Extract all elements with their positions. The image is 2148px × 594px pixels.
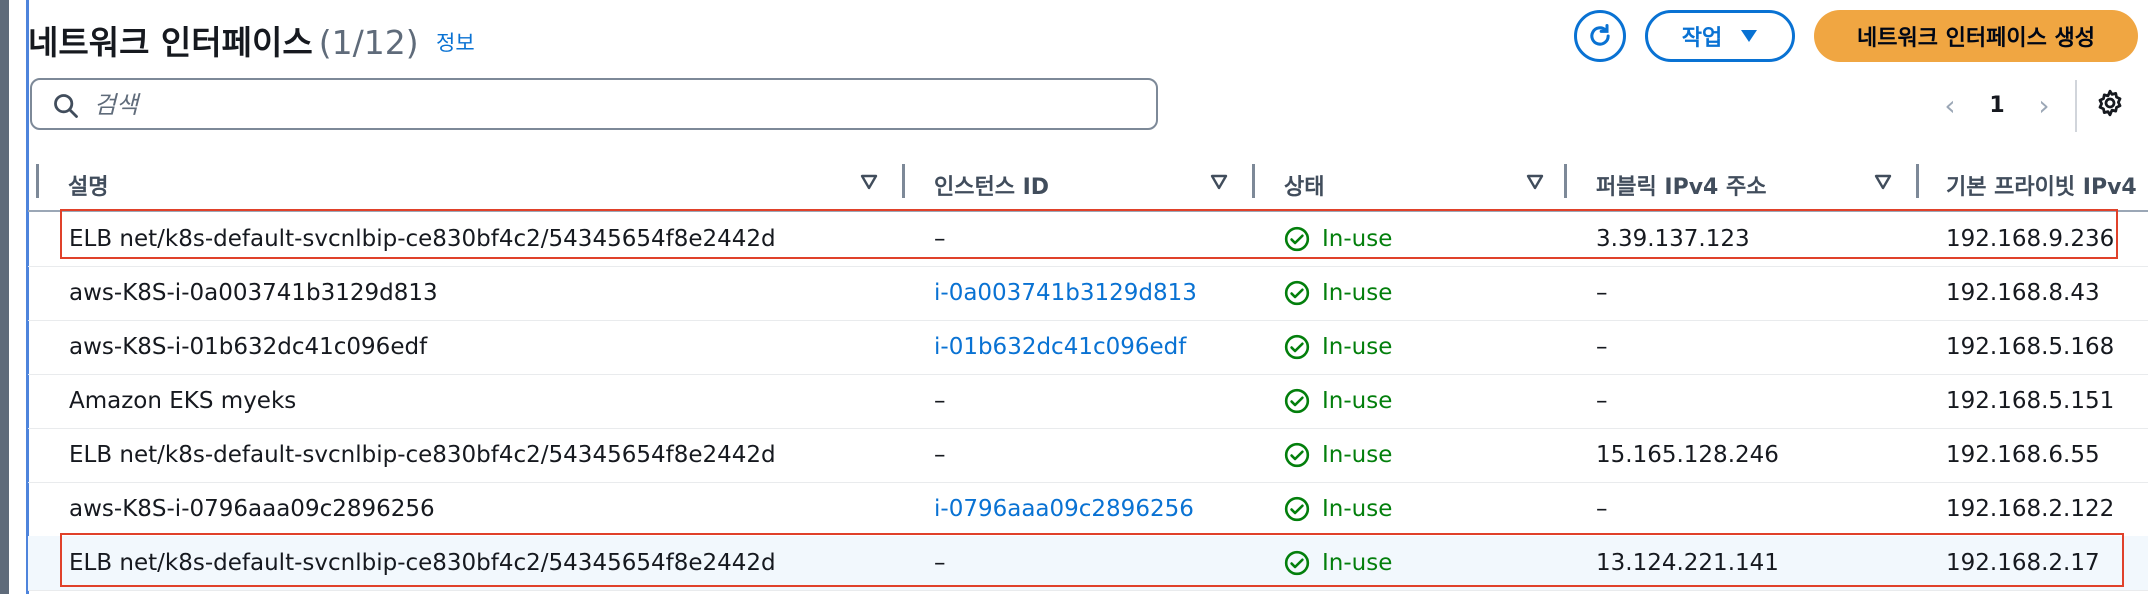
status-badge: In-use [1284,266,1392,320]
status-text: In-use [1322,280,1393,306]
sort-icon[interactable] [1526,174,1544,190]
sort-icon[interactable] [1874,174,1892,190]
search-bar[interactable] [30,78,1158,130]
info-link[interactable]: 정보 [436,27,475,57]
column-header-status[interactable]: 상태 [1284,168,1324,202]
sort-icon[interactable] [860,174,878,190]
actions-dropdown-button[interactable]: 작업 [1645,10,1795,62]
cell-private-ipv4: 192.168.6.55 [1946,442,2100,468]
table-header: 설명 인스턴스 ID 상태 퍼블릭 IPv4 주소 기본 프라이빗 IPv4 [28,160,2148,212]
actions-label: 작업 [1681,26,1723,51]
current-page[interactable]: 1 [1970,93,2024,118]
column-divider[interactable] [1252,164,1255,198]
status-badge: In-use [1284,428,1392,482]
network-interfaces-table: 설명 인스턴스 ID 상태 퍼블릭 IPv4 주소 기본 프라이빗 IPv4 E… [28,160,2148,591]
status-text: In-use [1322,388,1393,414]
cell-instance-id: – [934,388,946,414]
cell-private-ipv4: 192.168.9.236 [1946,226,2115,252]
status-text: In-use [1322,550,1393,576]
status-ok-icon [1284,442,1310,468]
table-row[interactable]: Amazon EKS myeks – In-use – 192.168.5.151 [28,374,2148,429]
cell-private-ipv4: 192.168.2.122 [1946,496,2115,522]
search-icon [54,94,78,118]
cell-public-ipv4: – [1596,388,1608,414]
cell-instance-id: – [934,550,946,576]
status-text: In-use [1322,226,1393,252]
title-text: 네트워크 인터페이스 [28,23,313,62]
status-text: In-use [1322,496,1393,522]
cell-public-ipv4: 13.124.221.141 [1596,550,1779,576]
cell-description: ELB net/k8s-default-svcnlbip-ce830bf4c2/… [69,442,776,468]
table-row[interactable]: ELB net/k8s-default-svcnlbip-ce830bf4c2/… [28,536,2148,591]
cell-instance-id: – [934,442,946,468]
pagination: ‹ 1 › [1930,88,2064,122]
window-edge [0,0,9,594]
cell-public-ipv4: – [1596,280,1608,306]
status-ok-icon [1284,280,1310,306]
instance-id-link[interactable]: i-0a003741b3129d813 [934,266,1197,320]
sort-icon[interactable] [1210,174,1228,190]
table-row[interactable]: ELB net/k8s-default-svcnlbip-ce830bf4c2/… [28,428,2148,483]
page-header: 네트워크 인터페이스 (1/12) 정보 작업 네트워크 인터페이스 생성 [28,10,2138,70]
cell-private-ipv4: 192.168.5.168 [1946,334,2115,360]
divider [2075,80,2077,132]
cell-private-ipv4: 192.168.8.43 [1946,280,2100,306]
column-divider[interactable] [902,164,905,198]
status-badge: In-use [1284,320,1392,374]
refresh-button[interactable] [1574,10,1626,62]
table-row[interactable]: aws-K8S-i-01b632dc41c096edf i-01b632dc41c… [28,320,2148,375]
cell-public-ipv4: 3.39.137.123 [1596,226,1750,252]
column-header-instance-id[interactable]: 인스턴스 ID [934,168,1049,202]
search-input[interactable] [92,88,1136,122]
table-row[interactable]: aws-K8S-i-0a003741b3129d813 i-0a003741b31… [28,266,2148,321]
cell-public-ipv4: – [1596,334,1608,360]
column-header-private-ipv4[interactable]: 기본 프라이빗 IPv4 [1946,168,2137,202]
cell-description: aws-K8S-i-0796aaa09c2896256 [69,496,435,522]
status-badge: In-use [1284,212,1392,266]
cell-description: ELB net/k8s-default-svcnlbip-ce830bf4c2/… [69,550,776,576]
caret-down-icon [1741,30,1758,42]
refresh-icon [1590,23,1610,46]
page-title: 네트워크 인터페이스 (1/12) [28,16,419,64]
chevron-right-icon[interactable]: › [2024,89,2064,122]
status-ok-icon [1284,334,1310,360]
gear-icon[interactable] [2095,88,2125,118]
column-divider[interactable] [1916,164,1919,198]
column-header-public-ipv4[interactable]: 퍼블릭 IPv4 주소 [1596,168,1766,202]
status-text: In-use [1322,442,1393,468]
instance-id-link[interactable]: i-01b632dc41c096edf [934,320,1186,374]
status-ok-icon [1284,226,1310,252]
status-badge: In-use [1284,374,1392,428]
cell-description: aws-K8S-i-01b632dc41c096edf [69,334,428,360]
cell-public-ipv4: – [1596,496,1608,522]
column-header-description[interactable]: 설명 [68,168,108,202]
table-row[interactable]: ELB net/k8s-default-svcnlbip-ce830bf4c2/… [28,212,2148,267]
status-badge: In-use [1284,482,1392,536]
selection-count: (1/12) [318,23,419,62]
cell-instance-id: – [934,226,946,252]
chevron-left-icon[interactable]: ‹ [1930,89,1970,122]
status-ok-icon [1284,496,1310,522]
create-network-interface-button[interactable]: 네트워크 인터페이스 생성 [1814,10,2138,62]
instance-id-link[interactable]: i-0796aaa09c2896256 [934,482,1194,536]
cell-public-ipv4: 15.165.128.246 [1596,442,1779,468]
cell-description: Amazon EKS myeks [69,388,297,414]
status-badge: In-use [1284,536,1392,590]
status-ok-icon [1284,388,1310,414]
cell-description: aws-K8S-i-0a003741b3129d813 [69,280,438,306]
table-row[interactable]: aws-K8S-i-0796aaa09c2896256 i-0796aaa09c2… [28,482,2148,537]
column-divider[interactable] [1564,164,1567,198]
status-ok-icon [1284,550,1310,576]
cell-private-ipv4: 192.168.2.17 [1946,550,2100,576]
cell-private-ipv4: 192.168.5.151 [1946,388,2115,414]
status-text: In-use [1322,334,1393,360]
column-divider[interactable] [36,164,39,198]
cell-description: ELB net/k8s-default-svcnlbip-ce830bf4c2/… [69,226,776,252]
